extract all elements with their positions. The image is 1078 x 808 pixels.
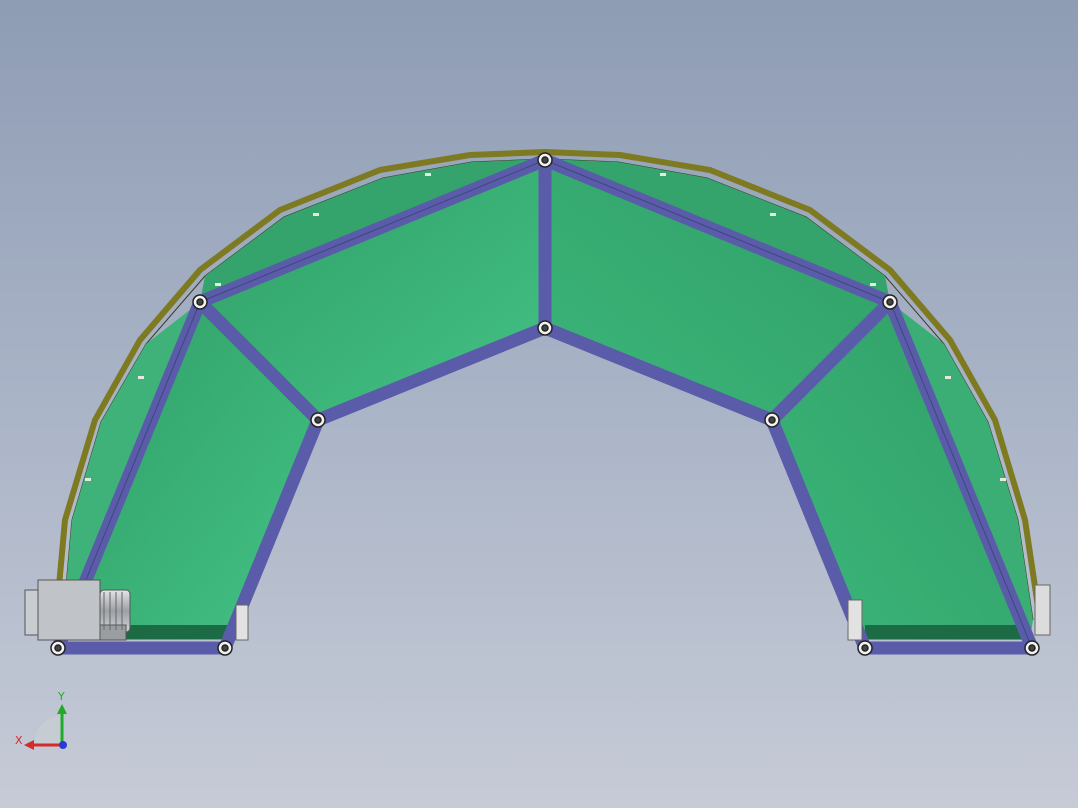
belt-bottom-right [865,625,1030,639]
conveyor-model[interactable]: Y X [0,0,1078,808]
coordinate-triad: Y X [15,690,67,750]
cad-viewport[interactable]: Y X [0,0,1078,808]
x-axis-label: X [15,734,23,747]
y-axis-label: Y [57,690,65,703]
